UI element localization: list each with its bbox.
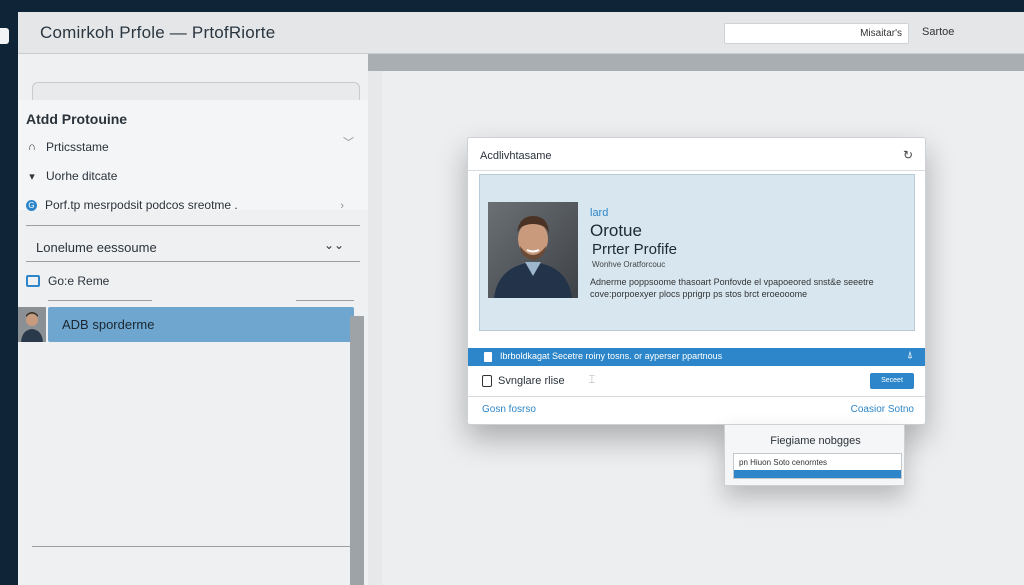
popup-input-highlight: [734, 470, 901, 478]
sidebar-item-porftp[interactable]: G Porf.tp mesrpodsit podcos sreotme .: [26, 198, 238, 212]
footer-link-left[interactable]: Gosn fosrso: [482, 404, 536, 415]
refresh-icon[interactable]: ↻: [903, 148, 913, 162]
card-tag: lard: [590, 207, 609, 219]
divider: [32, 546, 354, 547]
search-input[interactable]: Misaitar's: [724, 23, 909, 44]
add-profile-dialog: Acdlivhtasame ↻ lard Orotue Prrter Profi…: [467, 137, 926, 425]
rail-toggle-button[interactable]: [0, 28, 9, 44]
field-row[interactable]: Svnglare rlise ⌶: [482, 374, 595, 387]
sidebar-section-label: Go:e Reme: [48, 274, 110, 288]
field-label: Svnglare rlise: [498, 374, 565, 387]
bell-icon[interactable]: ⍋: [907, 350, 913, 361]
sidebar-item-uorhe[interactable]: ▾ Uorhe ditcate: [26, 169, 117, 183]
profile-card: lard Orotue Prrter Profife Wonhve Oratfo…: [479, 174, 915, 331]
info-bar-text: Ibrboldkagat Secetre roiny tosns. or ayp…: [500, 351, 723, 361]
card-name: Orotue: [590, 221, 642, 240]
popup-input-value: pn Hiuon Soto cenorntes: [739, 458, 828, 467]
chevron-down-icon[interactable]: ﹀: [343, 134, 354, 150]
sidebar: Atdd Protouine ∩ Prticsstame ﹀ ▾ Uorhe d…: [18, 54, 368, 585]
footer-link-right[interactable]: Coasior Sotno: [851, 404, 914, 415]
chevron-down-icon[interactable]: ⌄⌄: [324, 238, 344, 252]
popup-title: Fiegiame nobgges: [770, 435, 861, 447]
sidebar-dropdown[interactable]: Lonelume eessoume: [36, 240, 157, 255]
primary-button[interactable]: Seceet: [870, 373, 914, 389]
sidebar-item-label: Prticsstame: [46, 140, 109, 154]
checkbox[interactable]: [482, 374, 492, 387]
left-rail: [0, 12, 18, 585]
profile-photo: [488, 202, 578, 298]
secondary-popup: Fiegiame nobgges pn Hiuon Soto cenorntes: [724, 424, 905, 486]
sidebar-item-label: Porf.tp mesrpodsit podcos sreotme .: [45, 198, 238, 212]
divider: [26, 225, 360, 226]
top-window-strip: [0, 0, 1024, 12]
document-icon: [484, 352, 492, 362]
sidebar-item-active[interactable]: ADB sporderme: [48, 307, 354, 342]
caret-down-icon: ▾: [29, 170, 35, 183]
divider: [26, 261, 360, 262]
title-bar: Comirkoh Prfole — PrtofRiorte Misaitar's…: [18, 12, 1024, 54]
sidebar-title: Atdd Protouine: [26, 111, 128, 127]
sidebar-item-prticsstame[interactable]: ∩ Prticsstame: [26, 140, 109, 154]
info-icon: G: [26, 199, 37, 211]
search-button[interactable]: Sartoe: [922, 26, 954, 38]
card-meta: Wonhve Oratforcouc: [592, 260, 666, 269]
avatar: [18, 307, 46, 342]
chevron-right-icon[interactable]: ›: [340, 200, 344, 212]
popup-input[interactable]: pn Hiuon Soto cenorntes: [733, 453, 902, 479]
card-subtitle: Prrter Profife: [592, 241, 678, 258]
dialog-title: Acdlivhtasame: [480, 150, 552, 162]
divider: [468, 170, 925, 171]
divider: [468, 396, 925, 397]
window-icon: [26, 275, 40, 287]
sidebar-tab[interactable]: [32, 82, 360, 102]
sidebar-section-gore[interactable]: Go:e Reme: [26, 274, 109, 288]
app-title: Comirkoh Prfole — PrtofRiorte: [40, 23, 276, 42]
headset-icon: ∩: [28, 141, 36, 153]
divider: [296, 300, 354, 301]
divider: [48, 300, 152, 301]
card-description: Adnerme poppsoome thasoart Ponfovde el v…: [590, 277, 874, 299]
sidebar-item-label: Uorhe ditcate: [46, 169, 118, 183]
sidebar-scrollbar[interactable]: [350, 316, 364, 585]
text-cursor-icon: ⌶: [588, 374, 596, 386]
info-bar: Ibrboldkagat Secetre roiny tosns. or ayp…: [468, 348, 925, 366]
content-header-band: [368, 54, 1024, 71]
